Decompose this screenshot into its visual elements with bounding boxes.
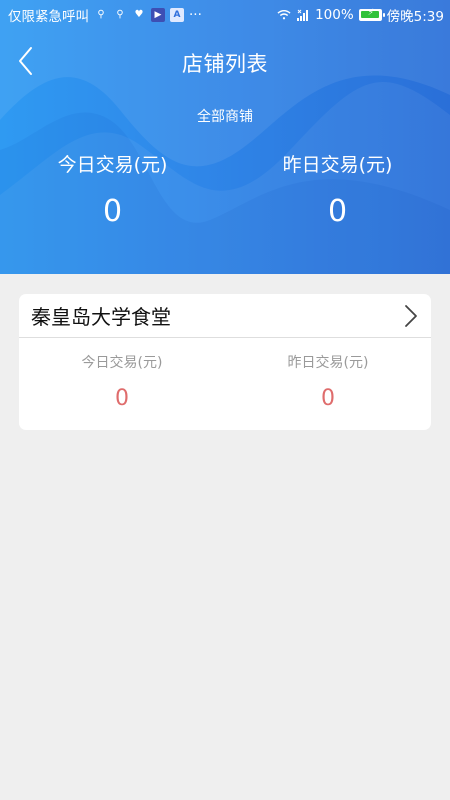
- shop-yesterday-stat: 昨日交易(元) 0: [225, 352, 431, 410]
- shop-stats: 今日交易(元) 0 昨日交易(元) 0: [19, 338, 431, 410]
- usb-icon: ⚲: [116, 9, 124, 20]
- shop-today-stat: 今日交易(元) 0: [19, 352, 225, 410]
- summary-stats: 今日交易(元) 0 昨日交易(元) 0: [0, 150, 450, 227]
- today-summary-value: 0: [102, 194, 123, 229]
- shop-detail-chevron[interactable]: [403, 304, 419, 328]
- shop-card[interactable]: 秦皇岛大学食堂 今日交易(元) 0 昨日交易(元) 0: [19, 294, 431, 430]
- yesterday-summary-value: 0: [327, 194, 348, 229]
- shop-card-header[interactable]: 秦皇岛大学食堂: [19, 294, 431, 338]
- yesterday-summary-label: 昨日交易(元): [282, 154, 393, 176]
- status-right-group: 100% ⚡ 傍晚5:39: [277, 5, 444, 25]
- page-title: 店铺列表: [182, 52, 268, 76]
- shop-today-value: 0: [115, 386, 129, 411]
- carrier-status: 仅限紧急呼叫: [8, 9, 89, 25]
- chevron-right-icon: [405, 304, 417, 327]
- today-summary-label: 今日交易(元): [57, 154, 168, 176]
- wifi-icon: [277, 8, 291, 22]
- today-summary: 今日交易(元) 0: [0, 150, 225, 227]
- shop-name: 秦皇岛大学食堂: [31, 305, 171, 329]
- signal-icon: [296, 8, 310, 22]
- battery-percent: 100%: [315, 7, 354, 23]
- usb-icon: ⚲: [97, 9, 105, 20]
- shop-yesterday-label: 昨日交易(元): [287, 355, 369, 371]
- shop-yesterday-value: 0: [321, 386, 335, 411]
- clock: 傍晚5:39: [386, 9, 444, 25]
- yesterday-summary: 昨日交易(元) 0: [225, 150, 450, 227]
- top-navigation: 店铺列表: [0, 40, 450, 84]
- app-a-icon: A: [170, 8, 184, 22]
- all-shops-label: 全部商铺: [197, 109, 253, 125]
- battery-icon: ⚡: [358, 8, 385, 21]
- charging-bolt-icon: ⚡: [367, 8, 374, 18]
- video-app-icon: ▶: [151, 8, 165, 22]
- status-bar: 仅限紧急呼叫 ⚲ ⚲ ♥ ▶ A ··· 100% ⚡ 傍晚5:39: [0, 0, 450, 30]
- status-left-group: 仅限紧急呼叫 ⚲ ⚲ ♥ ▶ A ···: [8, 5, 202, 25]
- more-notifications-icon: ···: [189, 7, 202, 23]
- heart-rate-icon: ♥: [134, 9, 144, 20]
- header: 仅限紧急呼叫 ⚲ ⚲ ♥ ▶ A ··· 100% ⚡ 傍晚5:39 店铺列表 …: [0, 0, 450, 274]
- shop-today-label: 今日交易(元): [81, 355, 163, 371]
